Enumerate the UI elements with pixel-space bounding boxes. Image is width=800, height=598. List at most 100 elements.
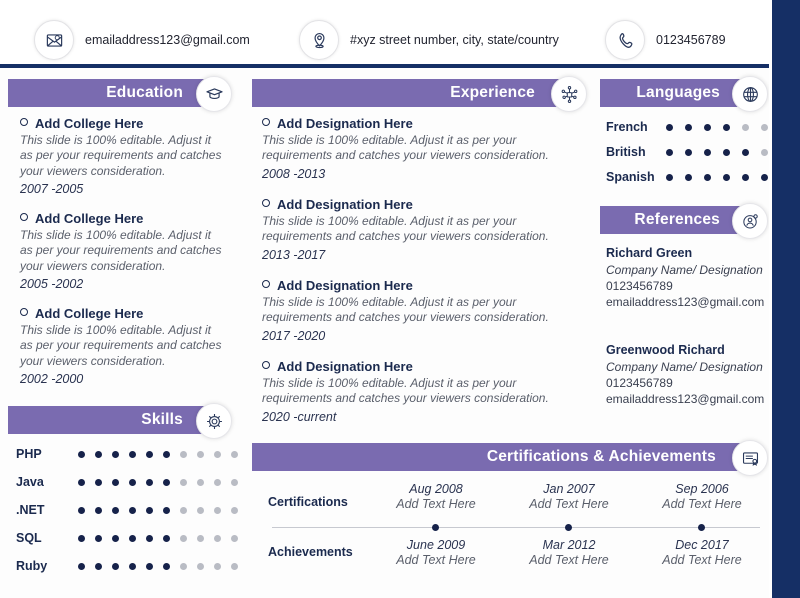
reference-role: Company Name/ Designation <box>606 263 763 277</box>
timeline-date: Aug 2008 <box>409 482 463 496</box>
rating-dot-filled <box>95 562 102 570</box>
timeline-date: Mar 2012 <box>542 538 596 552</box>
timeline-axis <box>272 527 760 528</box>
rating-dot-filled <box>704 123 711 131</box>
contact-email[interactable]: emailaddress123@gmail.com <box>34 20 250 60</box>
resume-slide: emailaddress123@gmail.com #xyz street nu… <box>0 0 800 598</box>
timeline-certification-cell: Aug 2008 Add Text Here <box>372 482 500 511</box>
experience-entry-title: Add Designation Here <box>262 359 562 374</box>
language-row: Spanish <box>606 170 780 184</box>
contact-phone-text: 0123456789 <box>656 33 726 47</box>
rating-dot-filled <box>78 534 85 542</box>
rating-dot-filled <box>112 450 119 458</box>
phone-icon <box>605 20 645 60</box>
education-entry-title: Add College Here <box>20 211 225 226</box>
rating-dot-empty <box>180 450 187 458</box>
rating-dot-empty <box>197 534 204 542</box>
rating-dot-filled <box>685 173 692 181</box>
bullet-icon <box>262 280 270 288</box>
contact-address-text: #xyz street number, city, state/country <box>350 33 559 47</box>
reference-item: Greenwood Richard Company Name/ Designat… <box>606 343 776 406</box>
experience-entry: Add Designation Here This slide is 100% … <box>262 278 562 343</box>
language-label: Spanish <box>606 170 655 184</box>
envelope-icon <box>34 20 74 60</box>
rating-dot-empty <box>231 562 238 570</box>
experience-entry-title: Add Designation Here <box>262 197 562 212</box>
contact-phone[interactable]: 0123456789 <box>605 20 726 60</box>
rating-dot-empty <box>197 506 204 514</box>
timeline-text: Add Text Here <box>662 553 742 567</box>
experience-section-header: Experience <box>252 79 577 107</box>
bullet-icon <box>262 118 270 126</box>
experience-entry-date: 2017 -2020 <box>262 328 326 343</box>
rating-dot-empty <box>742 123 749 131</box>
education-entry-desc: This slide is 100% editable. Adjust it a… <box>20 133 222 178</box>
references-title: References <box>634 211 720 228</box>
rating-dot-filled <box>146 506 153 514</box>
rating-dot-empty <box>197 562 204 570</box>
certificate-icon <box>732 440 768 476</box>
skill-rating <box>78 478 248 486</box>
timeline-text: Add Text Here <box>396 497 476 511</box>
reference-email: emailaddress123@gmail.com <box>606 295 765 309</box>
certifications-section-header: Certifications & Achievements <box>252 443 760 471</box>
rating-dot-filled <box>112 534 119 542</box>
education-entry-date: 2005 -2002 <box>20 277 84 292</box>
experience-entry-desc: This slide is 100% editable. Adjust it a… <box>262 376 549 406</box>
timeline-text: Add Text Here <box>662 497 742 511</box>
rating-dot-filled <box>78 450 85 458</box>
timeline-date: Dec 2017 <box>675 538 729 552</box>
experience-entry-date: 2020 -current <box>262 409 337 424</box>
rating-dot-filled <box>146 478 153 486</box>
education-entry-title: Add College Here <box>20 116 225 131</box>
education-entry-desc: This slide is 100% editable. Adjust it a… <box>20 228 222 273</box>
map-pin-icon <box>299 20 339 60</box>
rating-dot-empty <box>231 506 238 514</box>
timeline-node <box>565 524 572 531</box>
rating-dot-empty <box>231 534 238 542</box>
skill-label: Java <box>16 475 44 489</box>
experience-entry-title: Add Designation Here <box>262 116 562 131</box>
rating-dot-filled <box>666 148 673 156</box>
skill-row: SQL <box>16 531 248 545</box>
gear-icon <box>196 403 232 439</box>
rating-dot-filled <box>704 173 711 181</box>
timeline-date: Jan 2007 <box>543 482 595 496</box>
timeline-row-label-achievements: Achievements <box>268 545 353 559</box>
bullet-icon <box>20 213 28 221</box>
rating-dot-empty <box>214 478 221 486</box>
rating-dot-filled <box>163 478 170 486</box>
reference-item: Richard Green Company Name/ Designation … <box>606 246 776 309</box>
rating-dot-filled <box>742 173 749 181</box>
rating-dot-empty <box>231 450 238 458</box>
education-entry: Add College Here This slide is 100% edit… <box>20 116 225 196</box>
rating-dot-filled <box>761 173 768 181</box>
experience-entry-desc: This slide is 100% editable. Adjust it a… <box>262 214 549 244</box>
rating-dot-filled <box>78 562 85 570</box>
timeline-text: Add Text Here <box>396 553 476 567</box>
education-entry-title: Add College Here <box>20 306 225 321</box>
language-row: British <box>606 145 780 159</box>
rating-dot-empty <box>761 123 768 131</box>
rating-dot-empty <box>214 562 221 570</box>
contact-address[interactable]: #xyz street number, city, state/country <box>299 20 559 60</box>
globe-icon <box>732 76 768 112</box>
rating-dot-filled <box>723 148 730 156</box>
experience-entry: Add Designation Here This slide is 100% … <box>262 359 562 424</box>
rating-dot-filled <box>112 506 119 514</box>
rating-dot-empty <box>180 534 187 542</box>
reference-name: Greenwood Richard <box>606 343 725 357</box>
reference-phone: 0123456789 <box>606 279 673 293</box>
languages-title: Languages <box>636 84 720 101</box>
education-section-header: Education <box>8 79 223 107</box>
language-label: French <box>606 120 648 134</box>
rating-dot-filled <box>163 450 170 458</box>
skill-row: Java <box>16 475 248 489</box>
bullet-icon <box>262 361 270 369</box>
experience-entry-desc: This slide is 100% editable. Adjust it a… <box>262 295 549 325</box>
rating-dot-empty <box>761 148 768 156</box>
timeline-achievement-cell: Mar 2012 Add Text Here <box>505 538 633 567</box>
bullet-icon <box>262 199 270 207</box>
rating-dot-filled <box>95 450 102 458</box>
skill-label: PHP <box>16 447 42 461</box>
